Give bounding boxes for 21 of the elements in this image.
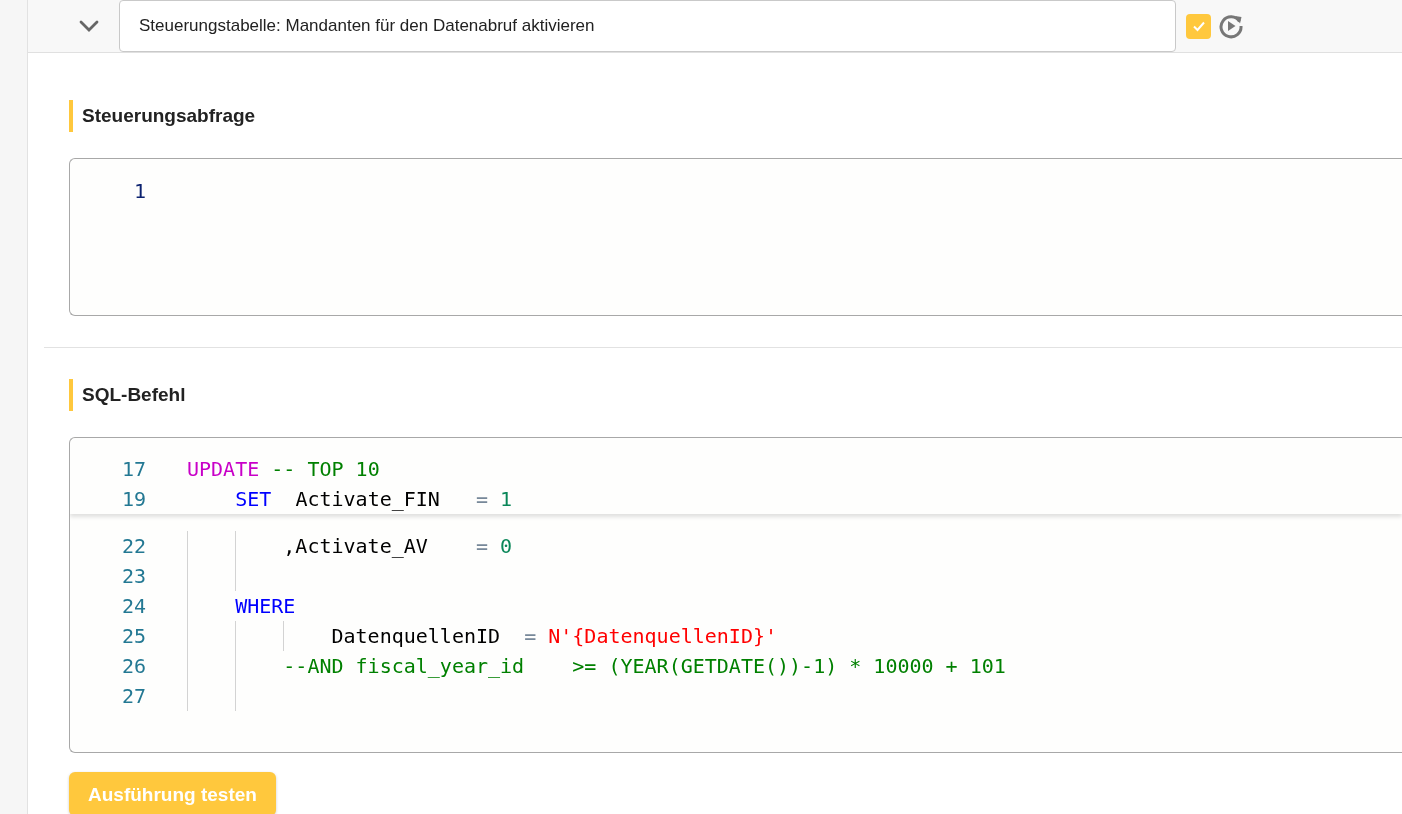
line-number: 23 (120, 564, 147, 588)
line-number: 27 (120, 684, 147, 708)
line-number: 26 (120, 654, 147, 678)
line-number: 22 (120, 534, 147, 558)
replay-icon[interactable] (1218, 13, 1244, 39)
line-number: 19 (120, 487, 147, 511)
line-number: 24 (120, 594, 147, 618)
chevron-down-icon[interactable] (78, 19, 100, 33)
code-line: WHERE (234, 594, 296, 618)
title-field[interactable]: Steuerungstabelle: Mandanten für den Datenabruf aktivieren (119, 0, 1176, 52)
line-number: 17 (120, 457, 147, 481)
line-number: 1 (132, 179, 147, 203)
checkbox[interactable] (1186, 13, 1211, 39)
section-title: SQL-Befehl (82, 384, 186, 406)
section-title: Steuerungsabfrage (82, 105, 256, 127)
code-line: --AND fiscal_year_id >= (YEAR(GETDATE())-1) * 10000 + 101 (282, 654, 1006, 678)
code-line: DatenquellenID = N'{DatenquellenID}' (330, 624, 778, 648)
code-line: UPDATE -- TOP 10 (187, 457, 380, 481)
line-number: 25 (120, 624, 147, 648)
code-line: ,Activate_AV = 0 (282, 534, 513, 558)
code-line: SET Activate_FIN = 1 (234, 487, 513, 511)
